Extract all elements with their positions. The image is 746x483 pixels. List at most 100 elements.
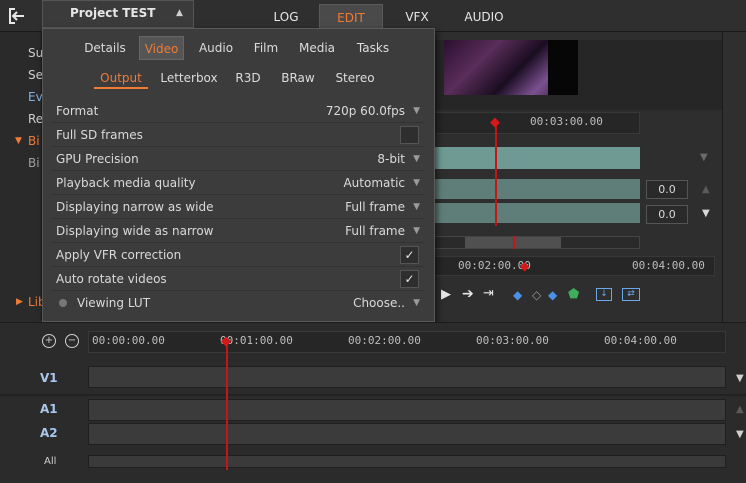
- setting-value[interactable]: Full frame: [345, 200, 405, 214]
- tab-vfx[interactable]: VFX: [389, 4, 445, 30]
- insert-icon[interactable]: ↓: [596, 288, 612, 301]
- tab-details[interactable]: Details: [79, 36, 131, 60]
- subtab-braw[interactable]: BRaw: [276, 67, 320, 89]
- dropdown-arrow-icon[interactable]: ▼: [413, 202, 420, 212]
- ruler-tc: 00:00:00.00: [92, 334, 165, 347]
- vfr-correction-checkbox[interactable]: ✓: [400, 246, 419, 264]
- viewer-ruler-tc: 00:03:00.00: [530, 115, 603, 128]
- replace-icon[interactable]: ⇄: [622, 288, 640, 301]
- dropdown-arrow-icon[interactable]: ▼: [413, 154, 420, 164]
- scroll-up-icon[interactable]: ▲: [702, 184, 710, 195]
- play-icon[interactable]: ▶: [441, 287, 451, 302]
- tab-film[interactable]: Film: [248, 36, 284, 60]
- scroll-down-icon[interactable]: ▼: [702, 208, 710, 219]
- vfr-correction-setting[interactable]: Apply VFR correction ✓: [51, 244, 425, 267]
- tab-media[interactable]: Media: [294, 36, 340, 60]
- left-row[interactable]: Re: [28, 112, 43, 126]
- tab-audio[interactable]: AUDIO: [452, 4, 516, 30]
- narrow-as-wide-setting[interactable]: Displaying narrow as wide Full frame ▼: [51, 196, 425, 219]
- left-row[interactable]: Bi: [28, 134, 40, 148]
- setting-label: Displaying wide as narrow: [56, 224, 214, 238]
- audio-clip-2[interactable]: [434, 203, 640, 223]
- expand-icon[interactable]: ▼: [15, 136, 22, 146]
- scroll-up-icon[interactable]: ▲: [736, 404, 744, 415]
- tab-edit[interactable]: EDIT: [319, 4, 383, 30]
- setting-value[interactable]: 8-bit: [377, 152, 405, 166]
- collapse-up-icon[interactable]: ▲: [176, 8, 183, 18]
- exit-icon[interactable]: [6, 6, 28, 26]
- setting-value[interactable]: Choose..: [353, 296, 405, 310]
- dropdown-arrow-icon[interactable]: ▼: [413, 298, 420, 308]
- tab-tasks[interactable]: Tasks: [350, 36, 396, 60]
- setting-value[interactable]: Automatic: [343, 176, 405, 190]
- setting-label: GPU Precision: [56, 152, 139, 166]
- dropdown-arrow-icon[interactable]: ▼: [413, 226, 420, 236]
- auto-rotate-setting[interactable]: Auto rotate videos ✓: [51, 268, 425, 291]
- track-expand-icon[interactable]: ▼: [736, 373, 744, 384]
- dropdown-arrow-icon[interactable]: ▼: [413, 178, 420, 188]
- step-forward-icon[interactable]: ➔: [462, 286, 474, 302]
- track-a1[interactable]: [88, 399, 726, 421]
- playhead-marker-icon[interactable]: ◆: [221, 334, 231, 349]
- playback-quality-setting[interactable]: Playback media quality Automatic ▼: [51, 172, 425, 195]
- auto-rotate-checkbox[interactable]: ✓: [400, 270, 419, 288]
- mark-clear-icon[interactable]: ◇: [532, 288, 541, 302]
- track-label-v1[interactable]: V1: [40, 371, 58, 385]
- setting-value[interactable]: 720p 60.0fps: [326, 104, 405, 118]
- all-tracks-label[interactable]: All: [44, 456, 56, 467]
- go-to-end-icon[interactable]: ⇥: [483, 286, 494, 301]
- full-sd-frames-checkbox[interactable]: [400, 126, 419, 144]
- playhead-marker-icon[interactable]: ◆: [520, 259, 529, 273]
- left-row[interactable]: Bi: [28, 156, 40, 170]
- zoom-in-icon[interactable]: +: [42, 334, 56, 348]
- video-clip[interactable]: [434, 147, 640, 169]
- ruler-tc: 00:02:00.00: [348, 334, 421, 347]
- track-divider: [0, 394, 746, 396]
- track-label-a2[interactable]: A2: [40, 426, 58, 440]
- audio-level-1[interactable]: 0.0: [646, 180, 688, 199]
- left-row[interactable]: Su: [28, 46, 43, 60]
- track-v1[interactable]: [88, 366, 726, 388]
- gpu-precision-setting[interactable]: GPU Precision 8-bit ▼: [51, 148, 425, 171]
- viewer-side-panel: [722, 32, 746, 322]
- viewing-lut-setting[interactable]: Viewing LUT Choose.. ▼: [51, 292, 425, 315]
- playhead-marker-icon[interactable]: ◆: [490, 115, 500, 130]
- video-letterbox: [548, 40, 578, 95]
- setting-label: Displaying narrow as wide: [56, 200, 214, 214]
- wide-as-narrow-setting[interactable]: Displaying wide as narrow Full frame ▼: [51, 220, 425, 243]
- audio-clip-1[interactable]: [434, 179, 640, 199]
- mark-in-icon[interactable]: ◆: [513, 288, 522, 302]
- left-row[interactable]: Ev: [28, 90, 43, 104]
- collapse-icon[interactable]: ▶: [16, 297, 23, 307]
- track-label-a1[interactable]: A1: [40, 402, 58, 416]
- subtab-r3d[interactable]: R3D: [230, 67, 266, 89]
- ruler-tc: 00:04:00.00: [632, 259, 705, 272]
- scroll-down-icon[interactable]: ▼: [700, 152, 708, 163]
- scroll-down-icon[interactable]: ▼: [736, 429, 744, 440]
- left-row[interactable]: Se: [28, 68, 43, 82]
- setting-label: Playback media quality: [56, 176, 196, 190]
- dropdown-arrow-icon[interactable]: ▼: [413, 106, 420, 116]
- tab-video[interactable]: Video: [139, 36, 184, 60]
- viewer-playhead[interactable]: [495, 122, 497, 226]
- full-sd-frames-setting[interactable]: Full SD frames: [51, 124, 425, 147]
- project-title: Project TEST: [70, 6, 156, 20]
- subtab-letterbox[interactable]: Letterbox: [157, 67, 221, 89]
- audio-level-2[interactable]: 0.0: [646, 205, 688, 224]
- timeline-scrollbar[interactable]: [88, 455, 726, 468]
- format-setting[interactable]: Format 720p 60.0fps ▼: [51, 100, 425, 123]
- track-a2[interactable]: [88, 423, 726, 445]
- setting-label: Viewing LUT: [77, 296, 151, 310]
- subtab-output[interactable]: Output: [94, 67, 148, 89]
- mark-out-icon[interactable]: ◆: [548, 288, 557, 302]
- setting-label: Auto rotate videos: [56, 272, 167, 286]
- ruler-tc: 00:04:00.00: [604, 334, 677, 347]
- setting-value[interactable]: Full frame: [345, 224, 405, 238]
- zoom-out-icon[interactable]: −: [65, 334, 79, 348]
- subtab-stereo[interactable]: Stereo: [330, 67, 380, 89]
- lut-indicator-icon: [59, 299, 67, 307]
- timeline-playhead[interactable]: [226, 340, 228, 470]
- marker-icon[interactable]: ⬟: [568, 287, 579, 302]
- tab-log[interactable]: LOG: [257, 4, 315, 30]
- tab-audio-settings[interactable]: Audio: [193, 36, 239, 60]
